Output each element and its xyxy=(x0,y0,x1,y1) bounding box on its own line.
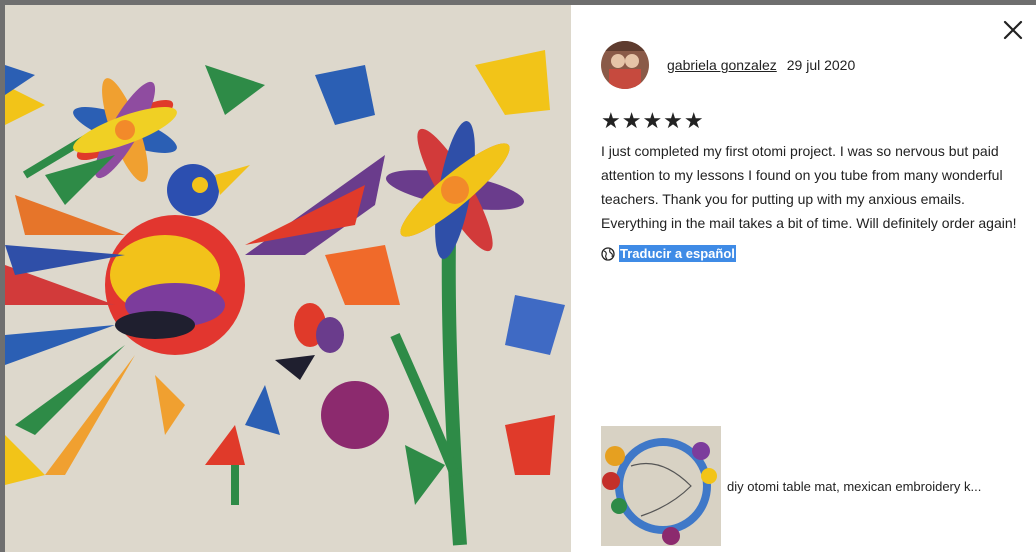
listing-title[interactable]: diy otomi table mat, mexican embroidery … xyxy=(727,479,1027,494)
translate-label[interactable]: Traducir a español xyxy=(619,245,736,262)
review-date: 29 jul 2020 xyxy=(786,57,856,73)
review-panel: gabriela gonzalez 29 jul 2020 ★★★★★ I ju… xyxy=(601,41,1031,262)
close-icon xyxy=(1003,20,1023,40)
avatar[interactable] xyxy=(601,41,649,89)
review-modal: gabriela gonzalez 29 jul 2020 ★★★★★ I ju… xyxy=(5,5,1036,552)
star-rating: ★★★★★ xyxy=(601,108,705,133)
listing-thumbnail[interactable] xyxy=(601,426,721,546)
reviewer-row: gabriela gonzalez 29 jul 2020 xyxy=(601,41,1031,89)
translate-link[interactable]: Traducir a español xyxy=(601,245,1031,262)
globe-icon xyxy=(601,246,615,261)
review-photo xyxy=(5,5,571,552)
listing-link[interactable]: diy otomi table mat, mexican embroidery … xyxy=(601,426,1031,546)
review-text: I just completed my first otomi project.… xyxy=(601,143,1017,231)
close-button[interactable] xyxy=(1000,17,1026,43)
reviewer-name[interactable]: gabriela gonzalez xyxy=(667,57,777,73)
